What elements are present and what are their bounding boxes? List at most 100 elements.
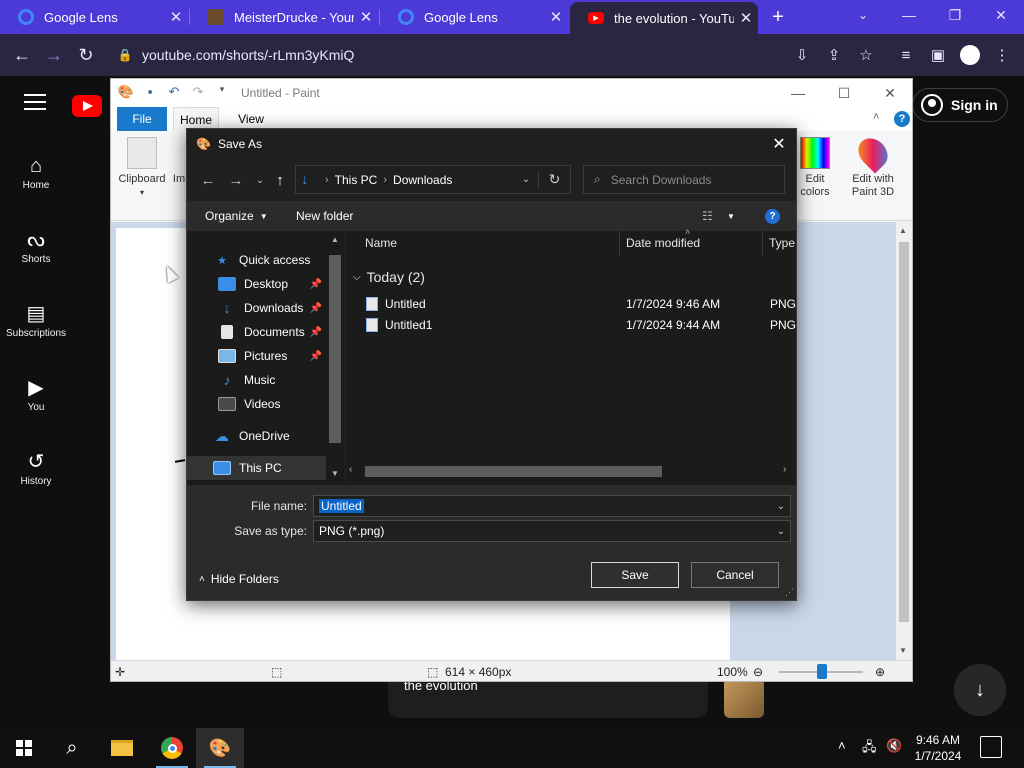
chrome-taskbar-button[interactable] bbox=[148, 728, 196, 768]
nav-you[interactable]: ▶ You bbox=[0, 374, 72, 413]
close-icon[interactable]: ✕ bbox=[867, 79, 913, 107]
restore-icon[interactable]: ❐ bbox=[932, 0, 978, 30]
chevron-down-icon[interactable]: ⌄ bbox=[772, 501, 790, 512]
chevron-down-icon[interactable]: ⌄ bbox=[514, 174, 538, 185]
search-icon[interactable]: ⌕ bbox=[48, 728, 96, 768]
address-breadcrumb[interactable]: ↓ › This PC › Downloads ⌄ ↻ bbox=[295, 165, 571, 194]
group-header-today[interactable]: ⌵ Today (2) bbox=[353, 267, 425, 287]
network-icon[interactable]: 🖧 bbox=[862, 738, 877, 760]
media-control-icon[interactable]: ≡ bbox=[890, 34, 922, 76]
share-icon[interactable]: ⇪ bbox=[818, 34, 850, 76]
short-info-card[interactable]: the evolution bbox=[388, 678, 708, 718]
show-hidden-icons-icon[interactable]: ˄ bbox=[838, 738, 846, 753]
horizontal-scrollbar[interactable]: ‹ › bbox=[345, 463, 796, 479]
close-icon[interactable]: ✕ bbox=[164, 8, 188, 26]
close-icon[interactable]: ✕ bbox=[544, 8, 568, 26]
nav-item-quick-access[interactable]: ★ Quick access bbox=[187, 248, 326, 272]
maximize-icon[interactable]: ☐ bbox=[821, 79, 867, 107]
breadcrumb-downloads[interactable]: Downloads bbox=[393, 173, 452, 187]
nav-history[interactable]: ↺ History bbox=[0, 448, 72, 487]
column-date-modified[interactable]: Date modified bbox=[618, 231, 760, 255]
nav-item-this-pc[interactable]: This PC bbox=[187, 456, 326, 480]
undo-icon[interactable]: ↶ bbox=[165, 84, 183, 102]
youtube-logo[interactable] bbox=[72, 95, 102, 117]
system-clock[interactable]: 9:46 AM 1/7/2024 bbox=[906, 732, 970, 764]
hamburger-menu-icon[interactable] bbox=[24, 94, 46, 112]
start-button[interactable] bbox=[0, 728, 48, 768]
nav-item-onedrive[interactable]: ☁ OneDrive bbox=[187, 424, 326, 448]
redo-icon[interactable]: ↷ bbox=[189, 84, 207, 102]
organize-button[interactable]: Organize ▼ bbox=[205, 201, 268, 231]
tab-file[interactable]: File bbox=[117, 107, 167, 131]
resize-grip-icon[interactable]: ⋰ bbox=[785, 587, 794, 598]
save-type-select[interactable]: PNG (*.png) ⌄ bbox=[313, 520, 791, 542]
sign-in-button[interactable]: Sign in bbox=[912, 88, 1008, 122]
volume-muted-icon[interactable]: 🔇 bbox=[886, 738, 902, 754]
minimize-icon[interactable]: — bbox=[886, 0, 932, 30]
chevron-down-icon[interactable]: ▼ bbox=[727, 201, 735, 231]
chevron-up-icon[interactable]: ˄ bbox=[873, 111, 879, 123]
arrow-down-icon[interactable]: ↓ bbox=[954, 664, 1006, 716]
reload-icon[interactable]: ↻ bbox=[70, 34, 102, 76]
minimize-icon[interactable]: — bbox=[775, 79, 821, 107]
file-row[interactable]: Untitled 1/7/2024 9:46 AM PNG bbox=[345, 293, 796, 314]
refresh-icon[interactable]: ↻ bbox=[538, 171, 570, 188]
help-icon[interactable]: ? bbox=[765, 209, 780, 224]
view-options-icon[interactable]: ☷ bbox=[702, 201, 713, 231]
edit-paint3d-button[interactable]: Edit with Paint 3D bbox=[845, 132, 901, 199]
browser-tab-active[interactable]: ▶ the evolution - YouTul ✕ bbox=[570, 2, 758, 34]
clipboard-group[interactable]: Clipboard ▾ bbox=[117, 137, 167, 199]
zoom-slider-thumb[interactable] bbox=[817, 664, 827, 679]
forward-icon[interactable]: → bbox=[38, 34, 70, 76]
browser-tab[interactable]: MeisterDrucke - Your ✕ bbox=[190, 0, 378, 34]
file-explorer-taskbar-button[interactable] bbox=[98, 728, 146, 768]
image-group[interactable]: Im bbox=[173, 137, 185, 186]
scroll-down-icon[interactable]: ▼ bbox=[331, 469, 339, 478]
cancel-button[interactable]: Cancel bbox=[691, 562, 779, 588]
menu-dots-icon[interactable]: ⋮ bbox=[986, 34, 1018, 76]
scrollbar-thumb[interactable] bbox=[899, 242, 909, 622]
nav-home[interactable]: ⌂ Home bbox=[0, 152, 72, 191]
paint-taskbar-button[interactable]: 🎨 bbox=[196, 728, 244, 768]
browser-tab[interactable]: Google Lens ✕ bbox=[380, 0, 568, 34]
forward-icon[interactable]: → bbox=[223, 167, 249, 193]
scroll-up-icon[interactable]: ▲ bbox=[899, 226, 907, 235]
customize-quick-access-icon[interactable]: ▾ bbox=[213, 84, 231, 102]
close-icon[interactable]: ✕ bbox=[734, 9, 758, 27]
scroll-up-icon[interactable]: ▲ bbox=[331, 235, 339, 244]
notifications-icon[interactable] bbox=[980, 736, 1002, 758]
zoom-out-icon[interactable]: ⊖ bbox=[753, 661, 763, 682]
up-icon[interactable]: ↑ bbox=[267, 167, 293, 193]
scroll-down-icon[interactable]: ▼ bbox=[899, 646, 907, 655]
scroll-right-icon[interactable]: › bbox=[783, 464, 786, 475]
address-bar[interactable]: 🔒 youtube.com/shorts/-rLmn3yKmiQ bbox=[108, 39, 890, 71]
edit-colors-button[interactable]: Edit colors bbox=[795, 137, 835, 199]
scroll-left-icon[interactable]: ‹ bbox=[349, 464, 352, 475]
back-icon[interactable]: ← bbox=[6, 34, 38, 76]
back-icon[interactable]: ← bbox=[195, 167, 221, 193]
chevron-down-icon[interactable]: ⌄ bbox=[840, 0, 886, 30]
profile-icon[interactable] bbox=[954, 34, 986, 76]
column-name[interactable]: Name bbox=[357, 231, 617, 255]
nav-item-downloads[interactable]: ↓ Downloads 📌 bbox=[187, 296, 326, 320]
nav-item-music[interactable]: ♪ Music bbox=[187, 368, 326, 392]
side-panel-icon[interactable]: ▣ bbox=[922, 34, 954, 76]
help-icon[interactable]: ? bbox=[894, 111, 910, 127]
save-button[interactable]: Save bbox=[591, 562, 679, 588]
column-type[interactable]: Type bbox=[761, 231, 796, 255]
plus-icon[interactable]: + bbox=[764, 3, 792, 31]
hide-folders-button[interactable]: ˄ Hide Folders bbox=[199, 571, 279, 587]
short-thumbnail[interactable] bbox=[724, 678, 764, 718]
new-folder-button[interactable]: New folder bbox=[296, 201, 353, 231]
scrollbar-thumb[interactable] bbox=[329, 255, 341, 443]
save-icon[interactable]: ▪ bbox=[141, 84, 159, 102]
zoom-in-icon[interactable]: ⊕ bbox=[875, 661, 885, 682]
file-name-input[interactable]: Untitled ⌄ bbox=[313, 495, 791, 517]
vertical-scrollbar[interactable]: ▲ ▼ bbox=[896, 222, 912, 660]
browser-tab[interactable]: Google Lens ✕ bbox=[0, 0, 188, 34]
close-icon[interactable]: ✕ bbox=[354, 8, 378, 26]
nav-item-pictures[interactable]: Pictures 📌 bbox=[187, 344, 326, 368]
nav-item-videos[interactable]: Videos bbox=[187, 392, 326, 416]
install-app-icon[interactable]: ⇩ bbox=[786, 34, 818, 76]
file-row[interactable]: Untitled1 1/7/2024 9:44 AM PNG bbox=[345, 314, 796, 335]
